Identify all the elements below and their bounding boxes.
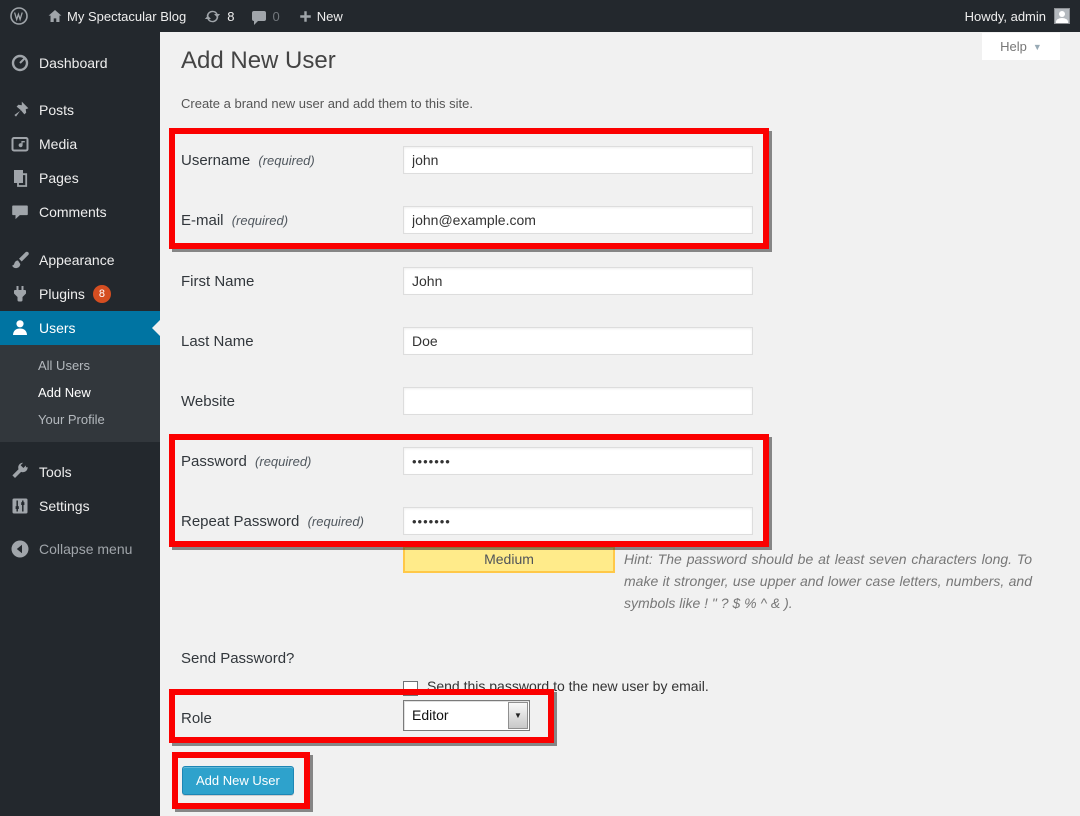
new-content-link[interactable]: New <box>289 0 352 32</box>
comment-count: 0 <box>272 9 279 24</box>
sidebar-item-label: Comments <box>39 204 107 220</box>
password-input[interactable] <box>403 447 753 475</box>
sidebar-item-users[interactable]: Users <box>0 311 160 345</box>
settings-icon <box>10 496 30 516</box>
dashboard-icon <box>10 53 30 73</box>
plugin-icon <box>10 284 30 304</box>
howdy-text: Howdy, admin <box>965 9 1046 24</box>
email-input[interactable] <box>403 206 753 234</box>
avatar <box>1054 8 1070 24</box>
users-submenu: All Users Add New Your Profile <box>0 345 160 442</box>
chevron-down-icon: ▼ <box>1033 42 1042 52</box>
updates-link[interactable]: 8 <box>195 0 243 32</box>
sidebar-item-settings[interactable]: Settings <box>0 489 160 523</box>
sidebar-item-label: Plugins <box>39 286 85 302</box>
sidebar-item-pages[interactable]: Pages <box>0 161 160 195</box>
username-input[interactable] <box>403 146 753 174</box>
submenu-item-add-new[interactable]: Add New <box>0 379 160 406</box>
help-label: Help <box>1000 39 1027 54</box>
required-note: (required) <box>258 153 314 168</box>
collapse-icon <box>10 539 30 559</box>
updates-icon <box>204 8 221 25</box>
last-name-label: Last Name <box>181 333 254 350</box>
collapse-menu-button[interactable]: Collapse menu <box>0 532 160 566</box>
sidebar-item-label: Media <box>39 136 77 152</box>
wordpress-logo-icon <box>9 6 29 26</box>
admin-sidebar: Dashboard Posts Media Pages Comments <box>0 32 160 816</box>
brush-icon <box>10 250 30 270</box>
update-count: 8 <box>227 9 234 24</box>
required-note: (required) <box>232 213 288 228</box>
first-name-input[interactable] <box>403 267 753 295</box>
send-password-checkbox-label[interactable]: Send this password to the new user by em… <box>427 678 709 694</box>
wrench-icon <box>10 462 30 482</box>
help-button[interactable]: Help ▼ <box>982 33 1060 60</box>
username-label: Username (required) <box>181 152 315 169</box>
sidebar-item-label: Pages <box>39 170 79 186</box>
sidebar-item-comments[interactable]: Comments <box>0 195 160 229</box>
pages-icon <box>10 168 30 188</box>
site-name: My Spectacular Blog <box>67 9 186 24</box>
required-note: (required) <box>255 454 311 469</box>
role-selected-value: Editor <box>412 701 449 730</box>
comments-link[interactable]: 0 <box>243 0 288 32</box>
role-label: Role <box>181 710 212 727</box>
select-arrow-icon: ▼ <box>508 702 528 729</box>
repeat-password-label: Repeat Password (required) <box>181 513 364 530</box>
home-icon <box>47 8 63 24</box>
new-label: New <box>317 9 343 24</box>
plugins-update-badge: 8 <box>93 285 111 303</box>
user-icon <box>10 318 30 338</box>
website-input[interactable] <box>403 387 753 415</box>
sidebar-item-label: Collapse menu <box>39 541 132 557</box>
sidebar-item-label: Appearance <box>39 252 115 268</box>
sidebar-item-label: Posts <box>39 102 74 118</box>
comment-icon <box>10 202 30 222</box>
media-icon <box>10 134 30 154</box>
site-name-link[interactable]: My Spectacular Blog <box>38 0 195 32</box>
first-name-label: First Name <box>181 273 254 290</box>
last-name-input[interactable] <box>403 327 753 355</box>
repeat-password-input[interactable] <box>403 507 753 535</box>
sidebar-item-posts[interactable]: Posts <box>0 93 160 127</box>
sidebar-item-label: Settings <box>39 498 90 514</box>
send-password-checkbox[interactable] <box>403 681 418 696</box>
admin-bar: My Spectacular Blog 8 0 New Howdy, admin <box>0 0 1080 32</box>
website-label: Website <box>181 393 235 410</box>
required-note: (required) <box>308 514 364 529</box>
page-description: Create a brand new user and add them to … <box>181 96 473 111</box>
send-password-label: Send Password? <box>181 650 294 667</box>
sidebar-item-media[interactable]: Media <box>0 127 160 161</box>
password-label: Password (required) <box>181 453 311 470</box>
add-new-user-button[interactable]: Add New User <box>182 766 294 795</box>
role-select[interactable]: Editor ▼ <box>403 700 530 731</box>
comments-bubble-icon <box>252 11 266 21</box>
submenu-item-your-profile[interactable]: Your Profile <box>0 406 160 433</box>
sidebar-item-label: Tools <box>39 464 72 480</box>
sidebar-item-dashboard[interactable]: Dashboard <box>0 46 160 80</box>
page-title: Add New User <box>181 44 336 78</box>
sidebar-item-plugins[interactable]: Plugins 8 <box>0 277 160 311</box>
password-strength-indicator: Medium <box>403 546 615 573</box>
sidebar-item-tools[interactable]: Tools <box>0 455 160 489</box>
plus-icon <box>298 9 313 24</box>
main-content: Help ▼ Add New User Create a brand new u… <box>160 32 1080 816</box>
sidebar-item-appearance[interactable]: Appearance <box>0 243 160 277</box>
wordpress-menu[interactable] <box>0 0 38 32</box>
sidebar-item-label: Dashboard <box>39 55 108 71</box>
email-label: E-mail (required) <box>181 212 288 229</box>
sidebar-item-label: Users <box>39 320 76 336</box>
pushpin-icon <box>10 100 30 120</box>
account-menu[interactable]: Howdy, admin <box>965 0 1070 32</box>
submenu-item-all-users[interactable]: All Users <box>0 352 160 379</box>
